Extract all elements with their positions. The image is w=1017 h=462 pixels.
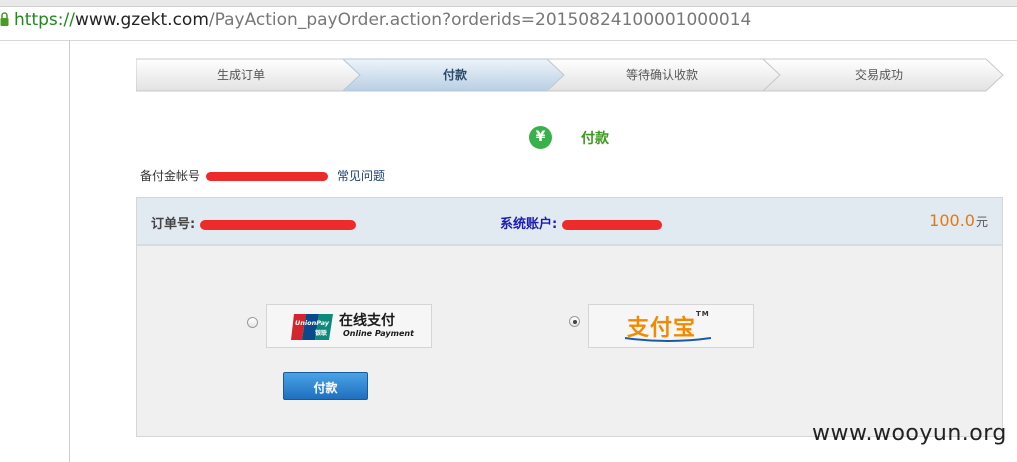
step-pay: 付款 [442,68,467,82]
unionpay-logo-icon: UnionPay 银联 [291,314,333,340]
url-text[interactable]: https://www.gzekt.com/PayAction_payOrder… [14,9,751,31]
yen-icon: ¥ [529,126,552,149]
faq-link[interactable]: 常见问题 [337,167,385,184]
order-info-bar: 订单号: 系统账户: 100.0元 [137,198,1002,246]
step-complete: 交易成功 [854,68,903,82]
alipay-tm: TM [696,310,710,318]
browser-address-bar[interactable]: https://www.gzekt.com/PayAction_payOrder… [0,0,1017,41]
alipay-swoosh-icon [625,337,711,342]
url-host: www.gzekt.com [74,10,209,30]
step-await-confirm: 等待确认收款 [625,68,698,82]
reserve-account-label: 备付金帐号 [140,169,201,183]
pay-button[interactable]: 付款 [283,372,368,400]
amount-unit: 元 [975,215,988,229]
order-number-label: 订单号: [151,217,196,232]
unionpay-text: 在线支付 Online Payment [339,313,414,339]
url-path: /PayAction_payOrder.action?orderids=2015… [208,10,752,30]
unionpay-logo-cn: 银联 [315,329,327,337]
order-number-row: 订单号: [151,213,356,232]
url-scheme: https:// [14,10,75,30]
order-step-progress: 生成订单 付款 等待确认收款 交易成功 [136,58,1004,92]
alipay-option[interactable]: 支付宝TM [588,304,754,348]
lock-icon [0,12,9,26]
amount-value: 100.0 [929,211,975,230]
alipay-radio[interactable] [569,316,580,327]
step-create-order: 生成订单 [216,68,265,82]
reserve-account-row: 备付金帐号 [140,167,328,184]
pay-title: 付款 [581,131,609,147]
redacted-account-number [205,172,328,181]
system-account-label: 系统账户: [500,217,558,232]
unionpay-option[interactable]: UnionPay 银联 在线支付 Online Payment [266,304,432,348]
unionpay-cn-label: 在线支付 [339,313,395,329]
watermark: www.wooyun.org [812,421,1007,446]
unionpay-logo-text: UnionPay [295,319,330,327]
redacted-system-account [561,219,662,230]
unionpay-radio[interactable] [247,317,258,328]
system-account-row: 系统账户: [500,213,662,232]
browser-tab-strip [0,0,1017,7]
order-amount: 100.0元 [929,211,988,230]
left-divider [69,40,70,462]
unionpay-en-label: Online Payment [343,329,414,338]
redacted-order-number [199,219,356,230]
